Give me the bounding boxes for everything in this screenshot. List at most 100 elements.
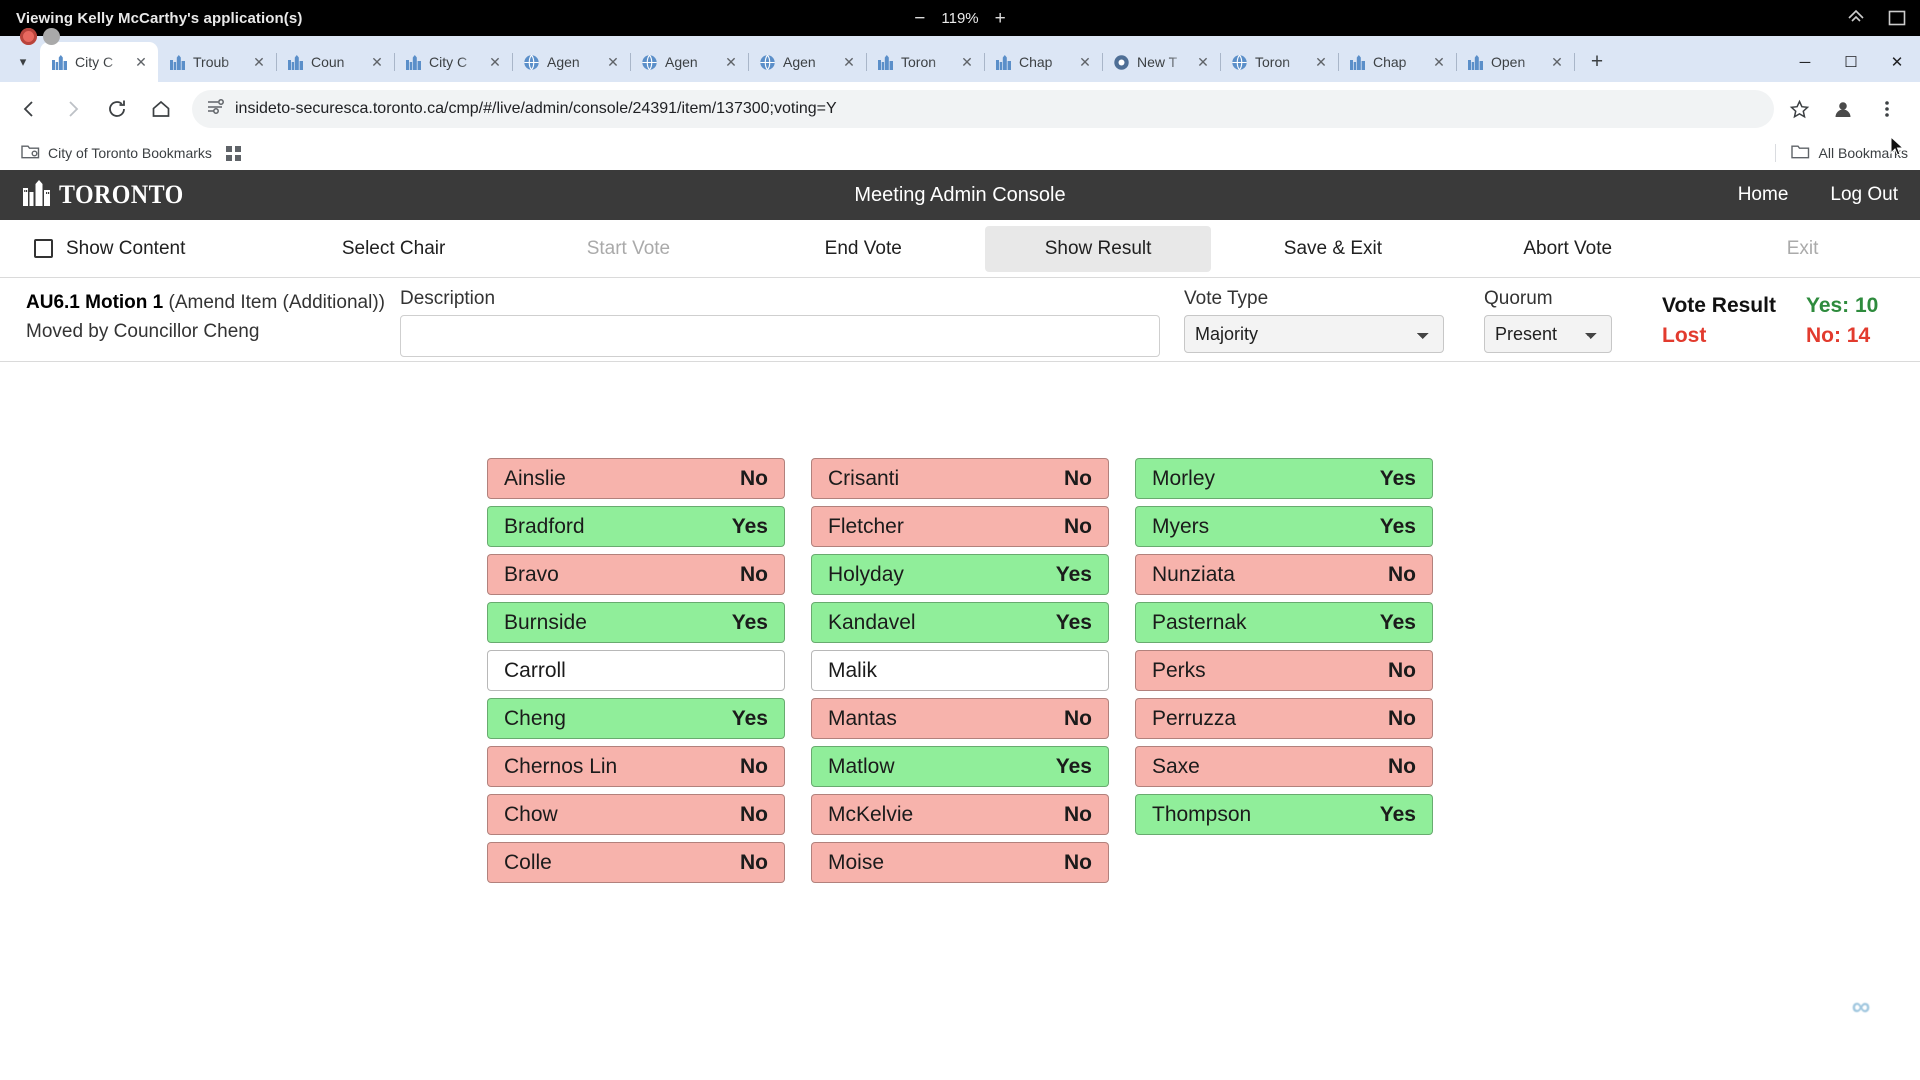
bookmark-apps-grid[interactable] — [219, 143, 248, 164]
vote-row[interactable]: Matlow Yes — [811, 746, 1109, 787]
vote-row[interactable]: Burnside Yes — [487, 602, 785, 643]
tab-close-icon[interactable]: ✕ — [840, 53, 858, 71]
vote-type-select[interactable]: Majority — [1184, 315, 1444, 353]
councillor-name: Cheng — [504, 706, 566, 730]
new-tab-button[interactable]: + — [1580, 45, 1614, 79]
action-save-exit[interactable]: Save & Exit — [1219, 226, 1446, 272]
browser-tab[interactable]: Agen ✕ — [630, 42, 749, 82]
zoom-in-button[interactable]: + — [995, 9, 1006, 28]
vote-row[interactable]: Bravo No — [487, 554, 785, 595]
browser-tab[interactable]: New T ✕ — [1102, 42, 1221, 82]
zoom-out-button[interactable]: − — [914, 9, 925, 28]
councillor-name: Perruzza — [1152, 706, 1237, 730]
browser-tab[interactable]: Chap ✕ — [1338, 42, 1457, 82]
action-show-content[interactable]: Show Content — [4, 226, 272, 272]
back-icon[interactable] — [10, 90, 48, 128]
logout-link[interactable]: Log Out — [1830, 184, 1898, 206]
vote-row[interactable]: Carroll — [487, 650, 785, 691]
action-abort-vote[interactable]: Abort Vote — [1454, 226, 1681, 272]
vote-row[interactable]: Malik — [811, 650, 1109, 691]
browser-tab[interactable]: Troub ✕ — [158, 42, 277, 82]
tab-close-icon[interactable]: ✕ — [1194, 53, 1212, 71]
window-close-button[interactable]: ✕ — [1874, 42, 1920, 82]
action-end-vote[interactable]: End Vote — [750, 226, 977, 272]
tab-close-icon[interactable]: ✕ — [250, 53, 268, 71]
vote-row[interactable]: Crisanti No — [811, 458, 1109, 499]
show-content-checkbox[interactable] — [34, 239, 53, 258]
motion-moved-by: Moved by Councillor Cheng — [26, 321, 260, 343]
quorum-select[interactable]: Present — [1484, 315, 1612, 353]
vote-value: No — [1388, 658, 1416, 682]
vote-row[interactable]: Kandavel Yes — [811, 602, 1109, 643]
vote-row[interactable]: Ainslie No — [487, 458, 785, 499]
vote-row[interactable]: Moise No — [811, 842, 1109, 883]
browser-tab[interactable]: Agen ✕ — [512, 42, 631, 82]
browser-tab[interactable]: Open ✕ — [1456, 42, 1575, 82]
browser-tab[interactable]: Chap ✕ — [984, 42, 1103, 82]
globe-icon — [759, 54, 776, 71]
vote-row[interactable]: Holyday Yes — [811, 554, 1109, 595]
action-select-chair[interactable]: Select Chair — [280, 226, 507, 272]
vote-value: No — [1064, 466, 1092, 490]
tab-close-icon[interactable]: ✕ — [1430, 53, 1448, 71]
session-toolbar — [1846, 9, 1906, 27]
reload-icon[interactable] — [98, 90, 136, 128]
vote-value: No — [1064, 514, 1092, 538]
vote-row[interactable]: Chow No — [487, 794, 785, 835]
browser-tab[interactable]: City C ✕ — [40, 42, 158, 82]
tab-close-icon[interactable]: ✕ — [1312, 53, 1330, 71]
vote-row[interactable]: Thompson Yes — [1135, 794, 1433, 835]
network-icon[interactable] — [1846, 9, 1866, 27]
action-label: Show Content — [66, 237, 186, 259]
vote-row[interactable]: Cheng Yes — [487, 698, 785, 739]
chrome-icon — [1113, 54, 1130, 71]
tab-close-icon[interactable]: ✕ — [1548, 53, 1566, 71]
chrome-menu-icon[interactable] — [1868, 90, 1906, 128]
window-minimize-button[interactable]: ─ — [1782, 42, 1828, 82]
home-icon[interactable] — [142, 90, 180, 128]
vote-value: Yes — [731, 610, 768, 634]
councillor-name: Morley — [1152, 466, 1216, 490]
vote-row[interactable]: Perks No — [1135, 650, 1433, 691]
browser-tab[interactable]: City C ✕ — [394, 42, 513, 82]
vote-row[interactable]: Colle No — [487, 842, 785, 883]
browser-tab[interactable]: Agen ✕ — [748, 42, 867, 82]
no-count: No: 14 — [1805, 324, 1871, 347]
bookmark-star-icon[interactable] — [1780, 90, 1818, 128]
description-input[interactable] — [400, 315, 1160, 357]
vote-row[interactable]: Morley Yes — [1135, 458, 1433, 499]
vote-row[interactable]: McKelvie No — [811, 794, 1109, 835]
vote-row[interactable]: Bradford Yes — [487, 506, 785, 547]
tab-close-icon[interactable]: ✕ — [1076, 53, 1094, 71]
fullscreen-icon[interactable] — [1888, 9, 1906, 27]
tab-close-icon[interactable]: ✕ — [132, 53, 150, 71]
tab-close-icon[interactable]: ✕ — [722, 53, 740, 71]
profile-avatar-icon[interactable] — [1824, 90, 1862, 128]
vote-row[interactable]: Fletcher No — [811, 506, 1109, 547]
browser-tab[interactable]: Toron ✕ — [866, 42, 985, 82]
vote-row[interactable]: Nunziata No — [1135, 554, 1433, 595]
vote-row[interactable]: Saxe No — [1135, 746, 1433, 787]
home-link[interactable]: Home — [1738, 184, 1789, 206]
bookmark-folder-city-of-toronto[interactable]: City of Toronto Bookmarks — [14, 140, 219, 166]
tab-close-icon[interactable]: ✕ — [368, 53, 386, 71]
site-settings-icon[interactable] — [206, 97, 225, 121]
window-maximize-button[interactable]: ☐ — [1828, 42, 1874, 82]
tab-search-chevron-icon[interactable]: ▾ — [6, 42, 40, 82]
vote-row[interactable]: Pasternak Yes — [1135, 602, 1433, 643]
vote-row[interactable]: Perruzza No — [1135, 698, 1433, 739]
tab-close-icon[interactable]: ✕ — [604, 53, 622, 71]
vote-row[interactable]: Chernos Lin No — [487, 746, 785, 787]
vote-result-group: Vote Result Yes: 10 Lost No: 14 — [1662, 288, 1878, 348]
address-bar[interactable]: insideto-securesca.toronto.ca/cmp/#/live… — [192, 90, 1774, 128]
forward-icon[interactable] — [54, 90, 92, 128]
tab-close-icon[interactable]: ✕ — [958, 53, 976, 71]
action-start-vote: Start Vote — [515, 226, 742, 272]
vote-row[interactable]: Myers Yes — [1135, 506, 1433, 547]
action-show-result[interactable]: Show Result — [984, 225, 1212, 272]
browser-tab[interactable]: Coun ✕ — [276, 42, 395, 82]
vote-value: No — [740, 562, 768, 586]
tab-close-icon[interactable]: ✕ — [486, 53, 504, 71]
vote-row[interactable]: Mantas No — [811, 698, 1109, 739]
browser-tab[interactable]: Toron ✕ — [1220, 42, 1339, 82]
